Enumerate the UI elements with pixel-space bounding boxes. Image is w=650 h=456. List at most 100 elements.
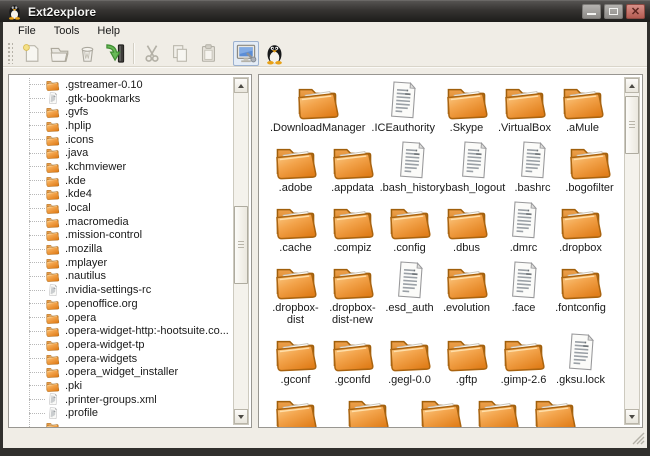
scroll-up-button[interactable] — [234, 78, 248, 93]
tree-item[interactable]: .opera — [15, 311, 230, 325]
icon-item-label: .fontconfig — [555, 302, 606, 314]
tree-item[interactable]: .pki — [15, 379, 230, 393]
folder-icon — [570, 148, 611, 180]
tree-item[interactable]: .opera-widgets — [15, 352, 230, 366]
icon-grid-item[interactable]: .gksu.lock — [552, 332, 609, 386]
icon-grid-item[interactable]: .gimp-2.6 — [495, 332, 552, 386]
tree-item[interactable]: .local — [15, 201, 230, 215]
new-file-button[interactable] — [18, 41, 44, 66]
icon-grid-item[interactable]: .dmrc — [495, 200, 552, 254]
icon-grid-item[interactable]: .bogofilter — [561, 140, 618, 194]
scrollbar-thumb[interactable] — [625, 96, 639, 154]
paste-button[interactable] — [195, 41, 221, 66]
menu-tools[interactable]: Tools — [45, 23, 89, 39]
scroll-up-button[interactable] — [625, 78, 639, 93]
icons-scrollbar[interactable] — [624, 77, 640, 425]
tree-item[interactable]: .openoffice.org — [15, 297, 230, 311]
icon-grid-item[interactable]: .gnupg — [412, 392, 469, 427]
tree-item[interactable]: .opera_widget_installer — [15, 365, 230, 379]
file-icon — [49, 393, 58, 406]
icon-grid-item[interactable]: .config — [381, 200, 438, 254]
icon-grid-item[interactable]: .ICEauthority — [368, 80, 438, 134]
icon-grid-item[interactable]: .cache — [267, 200, 324, 254]
tree-item[interactable]: .kchmviewer — [15, 160, 230, 174]
open-folder-button[interactable] — [46, 41, 72, 66]
icon-grid-item[interactable]: .bash_history — [380, 140, 445, 194]
menu-file[interactable]: File — [9, 23, 45, 39]
trash-button[interactable] — [74, 41, 100, 66]
tree-item[interactable]: .gvfs — [15, 105, 230, 119]
icon-grid-item[interactable]: .dropbox- dist-new — [324, 260, 381, 326]
tree-item[interactable]: .gstreamer-0.10 — [15, 78, 230, 92]
tree-item[interactable]: .gtk-bookmarks — [15, 92, 230, 106]
toolbar-drag-handle[interactable] — [7, 42, 13, 64]
icon-grid-item[interactable]: .bash_logout — [442, 140, 505, 194]
menu-help[interactable]: Help — [88, 23, 129, 39]
icon-grid-item[interactable]: .bashrc — [504, 140, 561, 194]
tree-item[interactable]: .profile — [15, 407, 230, 421]
tree-item[interactable]: .icons — [15, 133, 230, 147]
icon-grid-item[interactable]: .appdata — [324, 140, 381, 194]
icon-grid-item[interactable]: .gnome2 — [267, 392, 324, 427]
tree-rows: .gstreamer-0.10 .gtk-bookmarks .gvfs .hplip… — [15, 78, 230, 427]
scroll-down-button[interactable] — [234, 409, 248, 424]
icon-grid-item[interactable]: .Skype — [438, 80, 495, 134]
folder-icon — [390, 208, 431, 240]
copy-button[interactable] — [167, 41, 193, 66]
tree-item[interactable]: .kde4 — [15, 188, 230, 202]
scrollbar-thumb[interactable] — [234, 206, 248, 284]
tree-connector — [29, 371, 45, 373]
scroll-down-button[interactable] — [625, 409, 639, 424]
folder-icon — [276, 340, 317, 372]
maximize-button[interactable] — [604, 4, 623, 19]
tree-scrollbar[interactable] — [233, 77, 249, 425]
tree-connector — [29, 139, 45, 141]
icon-grid-item[interactable]: .gftp — [438, 332, 495, 386]
icon-grid-item[interactable]: .gpilotd — [526, 392, 583, 427]
tree-item-label: .mozilla — [65, 243, 103, 256]
icon-grid-item[interactable]: .compiz — [324, 200, 381, 254]
icon-item-label: .gimp-2.6 — [500, 374, 547, 386]
icon-grid-item[interactable]: .VirtualBox — [495, 80, 554, 134]
tree-item[interactable]: .nvidia-settings-rc — [15, 283, 230, 297]
icon-grid-item[interactable]: .evolution — [438, 260, 495, 314]
icon-grid-item[interactable]: .dropbox — [552, 200, 609, 254]
icon-grid-item[interactable]: .gegl-0.0 — [381, 332, 438, 386]
save-export-button[interactable] — [102, 41, 128, 66]
tree-item-label: .java — [65, 147, 89, 160]
icon-grid-item[interactable]: .fontconfig — [552, 260, 609, 314]
close-button[interactable]: ✕ — [626, 4, 645, 19]
icon-grid-item[interactable]: .google — [469, 392, 526, 427]
linux-tux-button[interactable] — [261, 41, 287, 66]
tree-item[interactable] — [15, 420, 230, 427]
tree-item[interactable]: .mission-control — [15, 229, 230, 243]
tree-item[interactable]: .opera-widget-tp — [15, 338, 230, 352]
tree-item[interactable]: .hplip — [15, 119, 230, 133]
tree-item[interactable]: .kde — [15, 174, 230, 188]
window-title: Ext2explore — [28, 4, 97, 19]
icon-grid-item[interactable]: .esd_auth — [381, 260, 438, 314]
minimize-button[interactable] — [582, 4, 601, 19]
resize-grip-icon[interactable] — [632, 432, 645, 445]
tree-item[interactable]: .mozilla — [15, 242, 230, 256]
titlebar[interactable]: Ext2explore ✕ — [0, 0, 650, 22]
icon-grid-item[interactable]: .gnome2_private — [324, 392, 412, 427]
tree-item[interactable]: .opera-widget-http:-hootsuite.co... — [15, 324, 230, 338]
tree-item[interactable]: .macromedia — [15, 215, 230, 229]
icon-grid-item[interactable]: .gconf — [267, 332, 324, 386]
folder-icon — [333, 340, 374, 372]
icon-grid-item[interactable]: .face — [495, 260, 552, 314]
tree-item[interactable]: .java — [15, 146, 230, 160]
tree-item[interactable]: .printer-groups.xml — [15, 393, 230, 407]
icon-grid-item[interactable]: .dbus — [438, 200, 495, 254]
tree-item[interactable]: .mplayer — [15, 256, 230, 270]
icon-grid-item[interactable]: .gconfd — [324, 332, 381, 386]
tux-penguin-icon — [9, 5, 20, 20]
properties-button[interactable] — [233, 40, 259, 66]
icon-grid-item[interactable]: .DownloadManager — [267, 80, 368, 134]
icon-grid-item[interactable]: .aMule — [554, 80, 611, 134]
tree-item[interactable]: .nautilus — [15, 270, 230, 284]
cut-button[interactable] — [139, 41, 165, 66]
icon-grid-item[interactable]: .dropbox- dist — [267, 260, 324, 326]
icon-grid-item[interactable]: .adobe — [267, 140, 324, 194]
